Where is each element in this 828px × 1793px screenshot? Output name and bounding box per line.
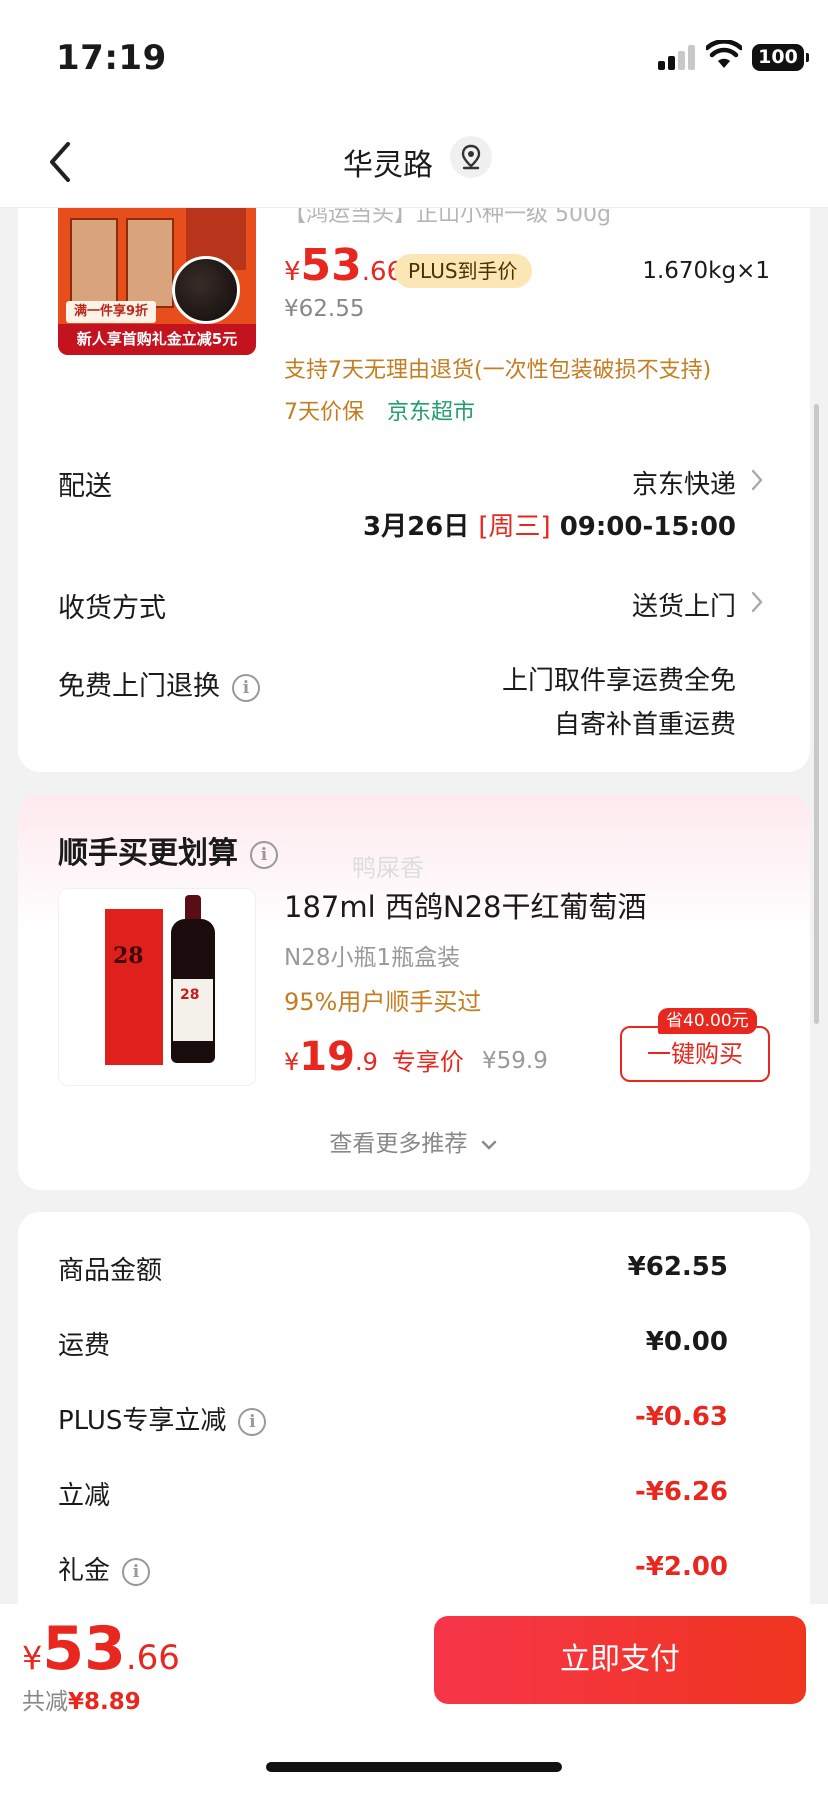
summary-row-label: 运费 bbox=[58, 1331, 111, 1361]
price-protect-tag: 7天价保 bbox=[284, 400, 364, 425]
home-indicator bbox=[266, 1762, 562, 1772]
one-click-buy-button[interactable]: 一键购买 bbox=[620, 1026, 770, 1082]
addon-product-image[interactable]: 28 28 bbox=[58, 888, 256, 1086]
free-return-line2: 自寄补首重运费 bbox=[553, 710, 736, 740]
wifi-icon bbox=[706, 40, 742, 68]
summary-row-value: -¥0.63 bbox=[634, 1402, 728, 1432]
info-icon[interactable]: i bbox=[232, 673, 260, 702]
pay-now-button[interactable]: 立即支付 bbox=[434, 1616, 806, 1704]
service-tags: 7天价保 京东超市 bbox=[284, 394, 475, 426]
addon-product-spec: N28小瓶1瓶盒装 bbox=[284, 945, 461, 971]
chevron-down-icon bbox=[481, 1140, 496, 1150]
addon-original-price: ¥59.9 bbox=[482, 1048, 548, 1074]
location-icon[interactable] bbox=[450, 136, 492, 178]
watermark-text: 鸭屎香 bbox=[352, 854, 424, 882]
product-image[interactable]: 满一件享9折 新人享首购礼金立减5元 bbox=[58, 200, 256, 355]
summary-row-value: -¥2.00 bbox=[634, 1552, 728, 1582]
tea-leaves-image bbox=[172, 256, 240, 324]
free-return-line1: 上门取件享运费全免 bbox=[501, 666, 736, 696]
plus-price-badge: PLUS到手价 bbox=[394, 254, 532, 288]
receive-method-value[interactable]: 送货上门 bbox=[632, 586, 736, 623]
product-original-price: ¥62.55 bbox=[284, 296, 365, 322]
save-badge: 省40.00元 bbox=[658, 1008, 757, 1034]
chevron-right-icon[interactable] bbox=[750, 468, 764, 492]
summary-row-value: ¥0.00 bbox=[645, 1327, 728, 1357]
summary-row-value: -¥6.26 bbox=[634, 1477, 728, 1507]
status-time: 17:19 bbox=[56, 38, 167, 78]
info-icon[interactable]: i bbox=[122, 1557, 151, 1586]
image-promo-discount: 满一件享9折 bbox=[66, 301, 157, 323]
nav-bar: 华灵路 bbox=[0, 112, 828, 208]
total-saved: 共减¥8.89 bbox=[22, 1689, 141, 1715]
addon-product-name[interactable]: 187ml 西鸽N28干红葡萄酒 bbox=[284, 884, 646, 926]
return-policy: 支持7天无理由退货(一次性包装破损不支持) bbox=[284, 358, 712, 383]
delivery-carrier[interactable]: 京东快递 bbox=[632, 464, 736, 501]
product-price: ¥53.66 bbox=[284, 240, 404, 291]
summary-row-label: 礼金 i bbox=[58, 1550, 151, 1587]
summary-row-label: 商品金额 bbox=[58, 1256, 163, 1286]
see-more-recommendations[interactable]: 查看更多推荐 bbox=[0, 1124, 828, 1158]
info-icon[interactable]: i bbox=[250, 840, 278, 869]
store-tag: 京东超市 bbox=[387, 400, 476, 425]
summary-row-value: ¥62.55 bbox=[627, 1252, 728, 1282]
addon-title: 顺手买更划算 i bbox=[58, 828, 278, 872]
scrollbar[interactable] bbox=[814, 404, 819, 1024]
image-promo-newuser: 新人享首购礼金立减5元 bbox=[58, 324, 256, 355]
summary-row-label: 立减 bbox=[58, 1481, 111, 1511]
addon-social-proof: 95%用户顺手买过 bbox=[284, 988, 482, 1016]
product-weight-quantity: 1.670kg×1 bbox=[642, 258, 770, 284]
status-bar: 17:19 100 bbox=[0, 0, 828, 112]
battery-icon: 100 bbox=[752, 44, 809, 71]
info-icon[interactable]: i bbox=[238, 1407, 267, 1436]
receive-method-label: 收货方式 bbox=[58, 593, 166, 624]
addon-price: ¥19.9 专享价 bbox=[284, 1034, 464, 1080]
signal-icon bbox=[658, 44, 696, 70]
address-title[interactable]: 华灵路 bbox=[0, 140, 828, 184]
delivery-time[interactable]: 3月26日 [周三] 09:00-15:00 bbox=[363, 506, 736, 543]
chevron-right-icon[interactable] bbox=[750, 590, 764, 614]
delivery-label: 配送 bbox=[58, 471, 112, 502]
free-return-label: 免费上门退换 i bbox=[58, 664, 260, 703]
total-price: ¥53.66 bbox=[22, 1614, 180, 1684]
summary-row-label: PLUS专享立减 i bbox=[58, 1400, 267, 1437]
